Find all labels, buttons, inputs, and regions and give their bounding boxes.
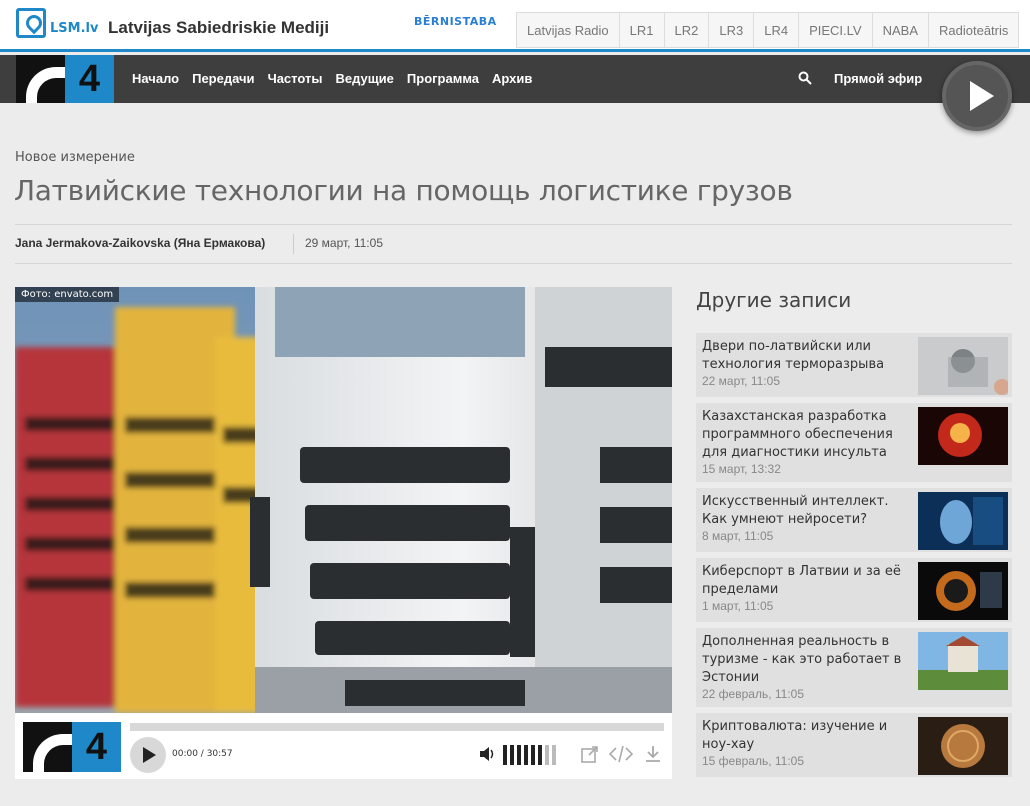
list-item-date: 15 март, 13:32 xyxy=(702,462,781,476)
play-button[interactable] xyxy=(130,737,166,773)
divider xyxy=(15,224,1012,225)
nav-item-archive[interactable]: Архив xyxy=(492,55,532,103)
main-nav: 4 Начало Передачи Частоты Ведущие Програ… xyxy=(0,55,1030,103)
list-item-date: 1 март, 11:05 xyxy=(702,599,774,613)
list-item-date: 22 февраль, 11:05 xyxy=(702,687,805,701)
list-item-title[interactable]: Киберспорт в Латвии и за её пределами xyxy=(702,563,910,599)
live-play-button[interactable] xyxy=(942,61,1012,131)
sidebar-title: Другие записи xyxy=(696,288,852,312)
bernistaba-logo-text: BĒRNISTABA xyxy=(414,15,497,28)
download-icon[interactable] xyxy=(645,745,661,768)
radio-tab-lr2[interactable]: LR2 xyxy=(665,13,710,47)
channel-logo-mark-icon xyxy=(16,55,65,103)
progress-bar[interactable] xyxy=(130,723,664,731)
nav-item-home[interactable]: Начало xyxy=(132,55,179,103)
radio-tab-radioteatris[interactable]: Radioteātris xyxy=(929,13,1018,47)
share-icon[interactable] xyxy=(581,745,599,768)
list-item[interactable]: Казахстанская разработка программного об… xyxy=(696,403,1012,482)
list-item-thumbnail[interactable] xyxy=(918,492,1008,550)
nav-item-hosts[interactable]: Ведущие xyxy=(335,55,393,103)
volume-bar xyxy=(517,745,521,765)
list-item[interactable]: Дополненная реальность в туризме - как э… xyxy=(696,628,1012,707)
radio-tab-lr4[interactable]: LR4 xyxy=(754,13,800,47)
list-item-date: 15 февраль, 11:05 xyxy=(702,754,805,768)
lsm-logo-text: LSM.lv xyxy=(50,20,99,36)
list-item-thumbnail[interactable] xyxy=(918,337,1008,395)
playback-time: 00:00 / 30:57 xyxy=(172,749,233,759)
show-name[interactable]: Новое измерение xyxy=(15,150,135,165)
search-icon[interactable] xyxy=(792,55,818,103)
article-image-trucks xyxy=(15,287,672,713)
volume-bar xyxy=(524,745,528,765)
divider xyxy=(15,263,1012,264)
nav-item-frequencies[interactable]: Частоты xyxy=(268,55,323,103)
radio-tab-pieci[interactable]: PIECI.LV xyxy=(799,13,873,47)
top-header: LSM.lv Latvijas Sabiedriskie Mediji BĒRN… xyxy=(0,0,1030,52)
player-logo-number: 4 xyxy=(72,722,121,772)
volume-bar xyxy=(531,745,535,765)
volume-icon[interactable] xyxy=(479,746,495,766)
volume-bar xyxy=(545,745,549,765)
volume-slider[interactable] xyxy=(503,745,559,765)
volume-bar xyxy=(552,745,556,765)
radio-tab-latvijas-radio[interactable]: Latvijas Radio xyxy=(517,13,620,47)
lsm-logo-icon xyxy=(16,8,46,38)
other-episodes-list: Двери по-латвийски или технология термор… xyxy=(696,333,1012,783)
list-item[interactable]: Киберспорт в Латвии и за её пределами 1 … xyxy=(696,558,1012,622)
list-item[interactable]: Криптовалюта: изучение и ноу-хау 15 февр… xyxy=(696,713,1012,777)
list-item-title[interactable]: Дополненная реальность в туризме - как э… xyxy=(702,633,910,687)
list-item[interactable]: Двери по-латвийски или технология термор… xyxy=(696,333,1012,397)
divider xyxy=(293,234,294,254)
bernistaba-logo[interactable]: BĒRNISTABA xyxy=(414,15,497,28)
radio-tab-naba[interactable]: NABA xyxy=(873,13,930,47)
list-item-thumbnail[interactable] xyxy=(918,632,1008,690)
volume-bar xyxy=(503,745,507,765)
list-item-title[interactable]: Казахстанская разработка программного об… xyxy=(702,408,910,462)
radio-tab-lr3[interactable]: LR3 xyxy=(709,13,755,47)
author-name: Jana Jermakova-Zaikovska (Яна Ермакова) xyxy=(15,236,266,250)
list-item-title[interactable]: Искусственный интеллект. Как умнеют нейр… xyxy=(702,493,910,529)
brand-title[interactable]: Latvijas Sabiedriskie Mediji xyxy=(108,18,329,38)
channel-logo[interactable]: 4 xyxy=(16,55,114,103)
list-item-thumbnail[interactable] xyxy=(918,717,1008,775)
embed-icon[interactable] xyxy=(608,745,634,768)
live-broadcast-link[interactable]: Прямой эфир xyxy=(834,55,922,103)
list-item-date: 22 март, 11:05 xyxy=(702,374,780,388)
volume-bar xyxy=(538,745,542,765)
publish-date: 29 март, 11:05 xyxy=(305,236,383,250)
radio-tab-lr1[interactable]: LR1 xyxy=(620,13,665,47)
list-item-thumbnail[interactable] xyxy=(918,562,1008,620)
channel-logo-mark-icon xyxy=(23,722,72,772)
list-item[interactable]: Искусственный интеллект. Как умнеют нейр… xyxy=(696,488,1012,552)
nav-item-shows[interactable]: Передачи xyxy=(192,55,254,103)
lsm-logo[interactable]: LSM.lv xyxy=(16,8,98,38)
page-title: Латвийские технологии на помощь логистик… xyxy=(14,174,793,207)
list-item-title[interactable]: Криптовалюта: изучение и ноу-хау xyxy=(702,718,910,754)
channel-logo-number: 4 xyxy=(65,55,114,103)
nav-menu: Начало Передачи Частоты Ведущие Программ… xyxy=(132,55,545,103)
photo-credit: Фото: envato.com xyxy=(15,287,120,302)
audio-player: 4 00:00 / 30:57 xyxy=(15,713,672,779)
list-item-title[interactable]: Двери по-латвийски или технология термор… xyxy=(702,338,910,374)
player-channel-logo: 4 xyxy=(23,722,121,772)
list-item-thumbnail[interactable] xyxy=(918,407,1008,465)
list-item-date: 8 март, 11:05 xyxy=(702,529,774,543)
nav-item-schedule[interactable]: Программа xyxy=(407,55,479,103)
radio-tabs: Latvijas Radio LR1 LR2 LR3 LR4 PIECI.LV … xyxy=(516,12,1020,48)
volume-bar xyxy=(510,745,514,765)
